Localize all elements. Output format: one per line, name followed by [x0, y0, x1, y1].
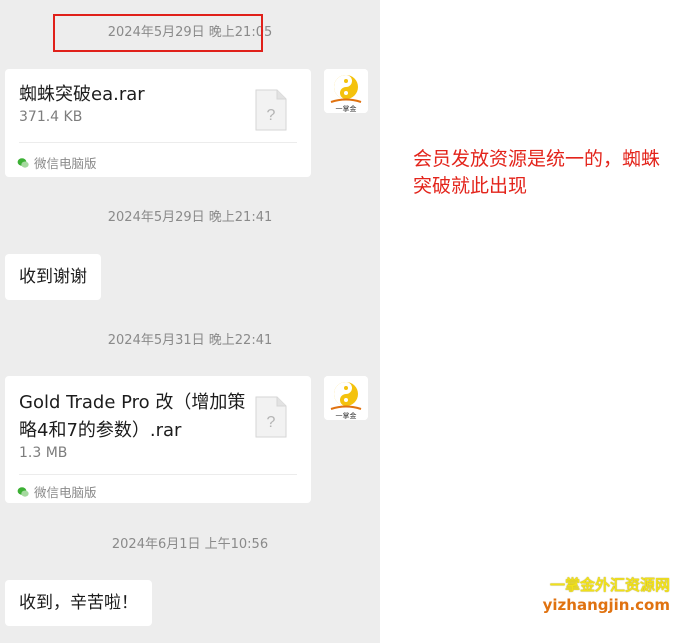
svg-text:?: ? [267, 107, 276, 124]
timestamp: 2024年6月1日 上午10:56 [111, 537, 269, 552]
file-name: Gold Trade Pro 改（增加策略4和7的参数）.rar [19, 392, 246, 441]
svg-text:一掌金: 一掌金 [336, 104, 357, 113]
source-text: 微信电脑版 [34, 156, 97, 171]
source-label: 微信电脑版 [17, 482, 97, 501]
unknown-file-icon: ? [255, 396, 287, 438]
watermark-title: 一掌金外汇资源网 [549, 576, 670, 594]
highlight-box [53, 14, 263, 52]
file-size: 371.4 KB [19, 109, 83, 125]
divider [19, 142, 297, 143]
avatar-logo: 一掌金 [324, 376, 368, 420]
avatar[interactable]: 一掌金 [324, 376, 368, 420]
source-label: 微信电脑版 [17, 153, 97, 172]
timestamp: 2024年5月31日 晚上22:41 [107, 333, 273, 348]
text-message[interactable]: 收到谢谢 [5, 254, 101, 300]
timestamp: 2024年5月29日 晚上21:41 [107, 210, 273, 225]
annotation-area [380, 0, 678, 643]
file-message[interactable]: 蜘蛛突破ea.rar 371.4 KB ? 微信电脑版 [5, 69, 311, 177]
svg-text:一掌金: 一掌金 [336, 411, 357, 420]
avatar-logo: 一掌金 [324, 69, 368, 113]
wechat-icon [17, 486, 29, 497]
annotation-note: 会员发放资源是统一的，蜘蛛突破就此出现 [413, 148, 661, 197]
file-message[interactable]: Gold Trade Pro 改（增加策略4和7的参数）.rar 1.3 MB … [5, 376, 311, 503]
avatar[interactable]: 一掌金 [324, 69, 368, 113]
file-size: 1.3 MB [19, 445, 68, 461]
unknown-file-icon: ? [255, 89, 287, 131]
wechat-icon [17, 157, 29, 168]
text-message[interactable]: 收到，辛苦啦！ [5, 580, 152, 626]
file-name: 蜘蛛突破ea.rar [19, 84, 145, 105]
svg-text:?: ? [267, 414, 276, 431]
chat-panel: 2024年5月29日 晚上21:05 蜘蛛突破ea.rar 371.4 KB ?… [0, 0, 380, 643]
watermark-url: yizhangjin.com [542, 596, 670, 614]
divider [19, 474, 297, 475]
source-text: 微信电脑版 [34, 485, 97, 500]
